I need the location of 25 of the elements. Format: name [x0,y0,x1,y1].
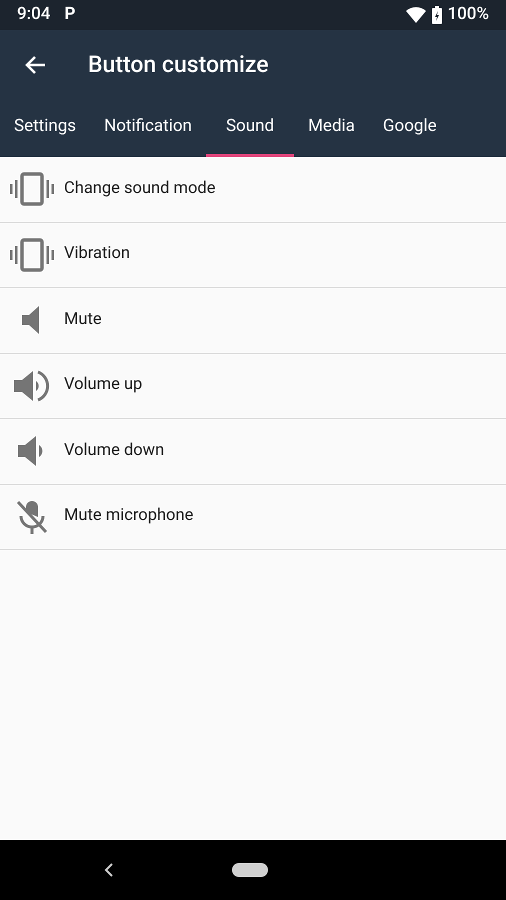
list-item[interactable]: Volume down [0,419,506,484]
list-item[interactable]: Volume up [0,354,506,419]
back-icon[interactable] [104,863,114,877]
battery-icon [432,6,442,24]
vibrate-icon [9,238,55,272]
list-item[interactable]: Mute [0,288,506,354]
tab[interactable]: Settings [0,100,90,157]
speaker-icon [22,306,42,334]
list-item[interactable]: Vibration [0,222,506,288]
wifi-icon [406,7,426,23]
list-item[interactable]: Mute microphone [0,484,506,550]
list-item[interactable]: Change sound mode [0,157,506,222]
vibrate-icon [9,172,55,206]
screen-title: Button customize [88,50,269,80]
status-time: 9:04 [17,3,50,26]
back-arrow-icon [24,55,46,75]
tab[interactable]: Google [368,100,451,157]
tab[interactable]: Media [294,100,369,157]
tab[interactable]: Notification [90,100,206,157]
battery-level: 100% [447,3,489,26]
home-button[interactable] [232,863,268,877]
microphone-off-icon [16,500,48,534]
tab[interactable]: Sound [206,100,294,157]
volume-up-icon [14,368,50,403]
notification-letter: P [64,3,76,26]
